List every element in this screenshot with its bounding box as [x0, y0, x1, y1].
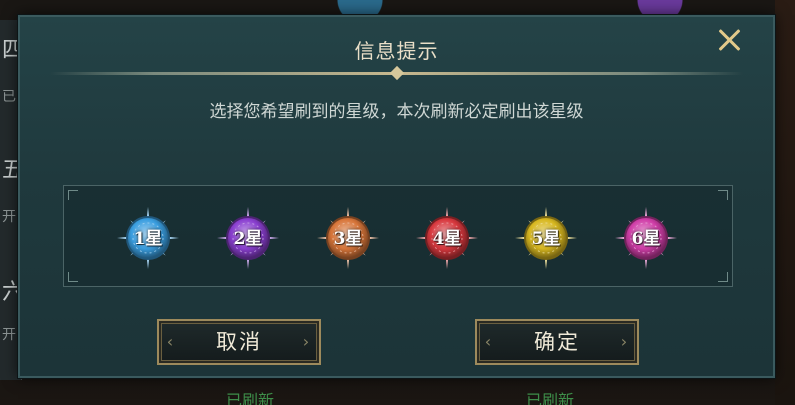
confirm-button[interactable]: ‹ 确定 › [475, 319, 639, 365]
close-icon[interactable] [717, 27, 743, 53]
background-status-text: 已刷新 [526, 391, 575, 405]
chevron-right-icon: › [302, 332, 312, 351]
star-option-3[interactable]: 3星 [316, 206, 380, 270]
star-option-label: 3星 [333, 229, 363, 249]
chevron-left-icon: ‹ [166, 332, 176, 351]
star-option-label: 6星 [631, 229, 661, 249]
confirm-button-label: 确定 [534, 330, 580, 354]
chevron-right-icon: › [620, 332, 630, 351]
star-option-label: 1星 [133, 229, 163, 249]
star-select-dialog: 信息提示 选择您希望刷到的星级，本次刷新必定刷出该星级 1星 2星 3星 4星 … [18, 15, 775, 378]
panel-corner [718, 272, 728, 282]
chevron-left-icon: ‹ [484, 332, 494, 351]
star-option-label: 4星 [432, 229, 462, 249]
cancel-button[interactable]: ‹ 取消 › [157, 319, 321, 365]
star-option-5[interactable]: 5星 [514, 206, 578, 270]
panel-corner [68, 272, 78, 282]
dialog-message: 选择您希望刷到的星级，本次刷新必定刷出该星级 [209, 102, 584, 122]
panel-corner [718, 190, 728, 200]
star-options-panel: 1星 2星 3星 4星 5星 6星 [63, 185, 733, 287]
title-divider-ornament [389, 65, 405, 81]
background-status-text: 已刷新 [226, 391, 275, 405]
star-option-4[interactable]: 4星 [415, 206, 479, 270]
cancel-button-label: 取消 [216, 330, 262, 354]
star-option-2[interactable]: 2星 [216, 206, 280, 270]
background-right-strip [775, 0, 795, 405]
star-option-label: 2星 [233, 229, 263, 249]
star-option-label: 5星 [531, 229, 561, 249]
dialog-title: 信息提示 [354, 39, 439, 63]
panel-corner [68, 190, 78, 200]
star-option-6[interactable]: 6星 [614, 206, 678, 270]
star-option-1[interactable]: 1星 [116, 206, 180, 270]
